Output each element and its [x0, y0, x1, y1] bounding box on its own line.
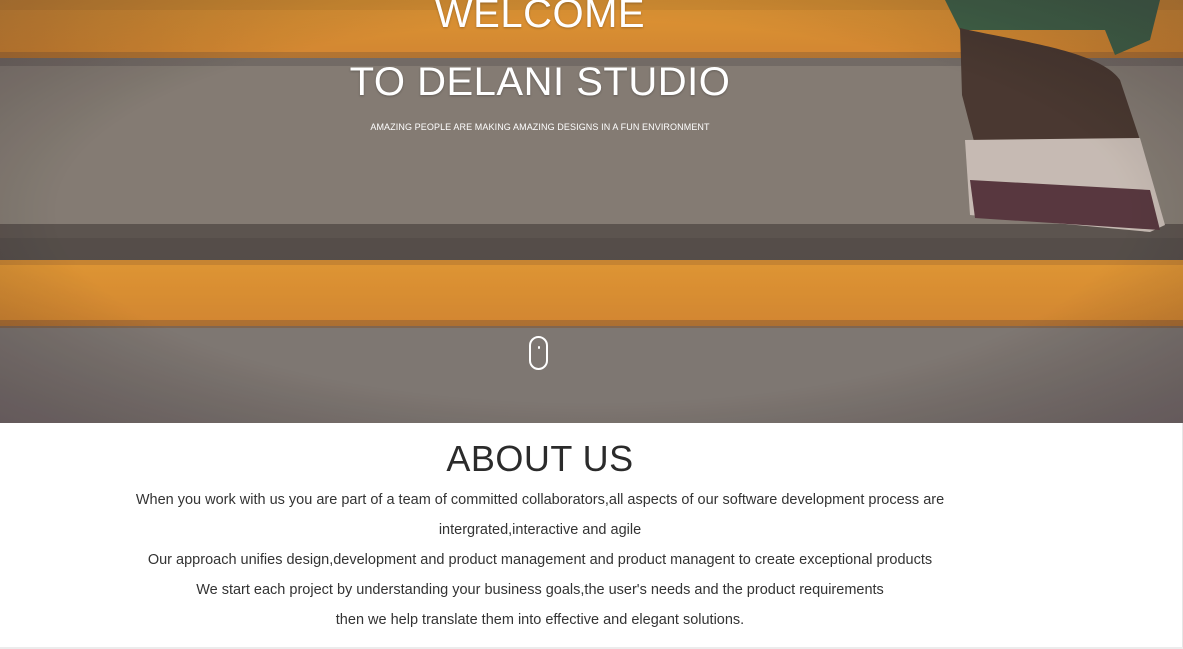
mouse-scroll-icon[interactable] [529, 336, 548, 370]
hero-tagline: AMAZING PEOPLE ARE MAKING AMAZING DESIGN… [370, 122, 710, 132]
about-section: ABOUT US When you work with us you are p… [0, 423, 1183, 649]
about-title: ABOUT US [446, 438, 634, 479]
hero-section: WELCOME TO DELANI STUDIO AMAZING PEOPLE … [0, 0, 1183, 423]
mouse-wheel-icon [538, 346, 540, 349]
about-paragraph: When you work with us you are part of a … [135, 492, 945, 538]
about-paragraph: We start each project by understanding y… [196, 582, 884, 598]
about-paragraph: Our approach unifies design,development … [147, 552, 933, 568]
about-paragraph: then we help translate them into effecti… [335, 612, 745, 628]
about-body: When you work with us you are part of a … [70, 485, 1010, 635]
hero-welcome: WELCOME [434, 0, 646, 36]
hero-title: TO DELANI STUDIO [349, 60, 731, 104]
